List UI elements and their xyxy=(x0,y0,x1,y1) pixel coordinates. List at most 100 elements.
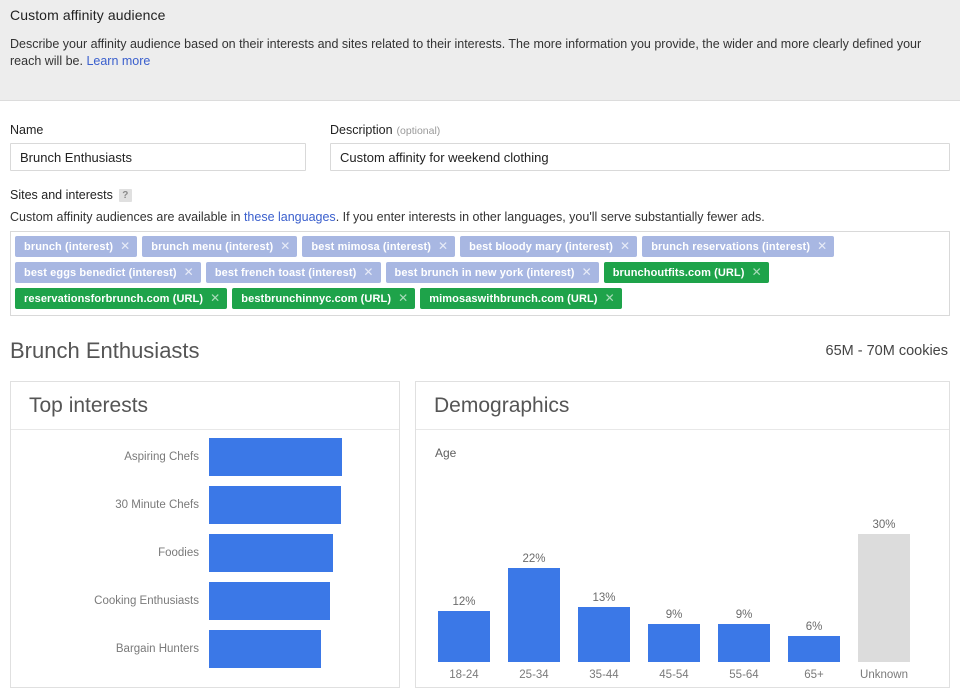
age-bar-value-label: 22% xyxy=(508,553,560,568)
chip-url[interactable]: mimosaswithbrunch.com (URL) ✕ xyxy=(420,288,621,309)
chip-label: brunch (interest) xyxy=(24,241,113,253)
chip-url[interactable]: bestbrunchinnyc.com (URL) ✕ xyxy=(232,288,415,309)
top-interests-panel: Top interests Aspiring Chefs 30 Minute Ch… xyxy=(10,381,400,688)
age-bar-column: 13%35-44 xyxy=(578,607,630,662)
age-bar xyxy=(578,607,630,662)
name-input[interactable] xyxy=(10,143,306,171)
chip-label: best bloody mary (interest) xyxy=(469,241,613,253)
sites-and-interests-label-text: Sites and interests xyxy=(10,188,113,202)
top-interest-row: Foodies xyxy=(11,534,399,572)
languages-note: Custom affinity audiences are available … xyxy=(10,210,940,224)
age-bar-tick-label: 55-64 xyxy=(718,662,770,681)
chip-row: brunch (interest)✕brunch menu (interest)… xyxy=(15,236,945,258)
chip-url[interactable]: reservationsforbrunch.com (URL)✕ xyxy=(15,288,227,309)
audience-result-title: Brunch Enthusiasts xyxy=(10,338,200,364)
top-interest-label: Bargain Hunters xyxy=(11,643,209,655)
age-bar xyxy=(648,624,700,662)
chip-label: brunchoutfits.com (URL) xyxy=(613,267,745,279)
chip-interest[interactable]: brunch reservations (interest) ✕ xyxy=(642,236,834,257)
chip-row: reservationsforbrunch.com (URL)✕bestbrun… xyxy=(15,288,945,310)
age-bar-value-label: 12% xyxy=(438,596,490,611)
chip-remove-icon[interactable]: ✕ xyxy=(363,262,373,283)
chip-remove-icon[interactable]: ✕ xyxy=(438,236,448,257)
top-interest-row: Cooking Enthusiasts xyxy=(11,582,399,620)
age-bar-tick-label: 25-34 xyxy=(508,662,560,681)
age-bar-tick-label: Unknown xyxy=(858,662,910,681)
chip-url[interactable]: brunchoutfits.com (URL) ✕ xyxy=(604,262,769,283)
age-bar xyxy=(788,636,840,662)
languages-note-prefix: Custom affinity audiences are available … xyxy=(10,210,244,224)
languages-note-suffix: . If you enter interests in other langua… xyxy=(336,210,765,224)
age-bar-column: 12%18-24 xyxy=(438,611,490,662)
age-bar-column: 9%45-54 xyxy=(648,624,700,662)
demographics-panel-header: Demographics xyxy=(416,382,949,430)
top-interests-chart: Aspiring Chefs 30 Minute Chefs Foodies Cook… xyxy=(11,430,399,688)
age-bar-column: 6%65+ xyxy=(788,636,840,662)
chip-interest[interactable]: best eggs benedict (interest) ✕ xyxy=(15,262,201,283)
chip-remove-icon[interactable]: ✕ xyxy=(582,262,592,283)
chip-interest[interactable]: brunch (interest) ✕ xyxy=(15,236,137,257)
top-interest-label: Aspiring Chefs xyxy=(11,451,209,463)
top-interest-row: 30 Minute Chefs xyxy=(11,486,399,524)
chip-label: bestbrunchinnyc.com (URL) xyxy=(241,293,391,305)
age-bar-group: 12%18-2422%25-3413%35-449%45-549%55-646%… xyxy=(438,464,928,688)
age-bar-column: 22%25-34 xyxy=(508,568,560,662)
sites-and-interests-chip-input[interactable]: brunch (interest)✕brunch menu (interest)… xyxy=(10,231,950,316)
age-bar-value-label: 9% xyxy=(718,609,770,624)
top-interest-bar xyxy=(209,582,330,620)
age-axis-title: Age xyxy=(435,446,456,460)
page-description: Describe your affinity audience based on… xyxy=(10,36,950,70)
top-interest-bar xyxy=(209,630,321,668)
page-title: Custom affinity audience xyxy=(10,7,165,23)
age-bar-value-label: 9% xyxy=(648,609,700,624)
chip-remove-icon[interactable]: ✕ xyxy=(398,288,408,309)
chip-remove-icon[interactable]: ✕ xyxy=(184,262,194,283)
chip-label: best brunch in new york (interest) xyxy=(395,267,575,279)
chip-interest[interactable]: best mimosa (interest) ✕ xyxy=(302,236,455,257)
top-interest-label: Cooking Enthusiasts xyxy=(11,595,209,607)
chip-remove-icon[interactable]: ✕ xyxy=(605,288,615,309)
help-icon[interactable]: ? xyxy=(119,189,132,202)
sites-and-interests-label: Sites and interests? xyxy=(10,188,132,202)
chip-label: best eggs benedict (interest) xyxy=(24,267,177,279)
chip-remove-icon[interactable]: ✕ xyxy=(120,236,130,257)
demographics-panel: Demographics Age 12%18-2422%25-3413%35-4… xyxy=(415,381,950,688)
age-bar-tick-label: 35-44 xyxy=(578,662,630,681)
chip-label: mimosaswithbrunch.com (URL) xyxy=(429,293,597,305)
page-header-band: Custom affinity audience Describe your a… xyxy=(0,0,960,101)
chip-remove-icon[interactable]: ✕ xyxy=(817,236,827,257)
chip-interest[interactable]: brunch menu (interest)✕ xyxy=(142,236,297,257)
age-bar-tick-label: 65+ xyxy=(788,662,840,681)
top-interest-label: Foodies xyxy=(11,547,209,559)
top-interest-label: 30 Minute Chefs xyxy=(11,499,209,511)
chip-label: best mimosa (interest) xyxy=(311,241,431,253)
description-input[interactable] xyxy=(330,143,950,171)
age-bar-tick-label: 45-54 xyxy=(648,662,700,681)
chip-label: brunch reservations (interest) xyxy=(651,241,810,253)
chip-remove-icon[interactable]: ✕ xyxy=(280,236,290,257)
chip-interest[interactable]: best bloody mary (interest) ✕ xyxy=(460,236,637,257)
top-interest-bar xyxy=(209,534,333,572)
chip-interest[interactable]: best brunch in new york (interest) ✕ xyxy=(386,262,599,283)
top-interest-bar-track xyxy=(209,630,399,668)
name-field-label: Name xyxy=(10,123,43,137)
top-interest-row: Aspiring Chefs xyxy=(11,438,399,476)
chip-remove-icon[interactable]: ✕ xyxy=(210,288,220,309)
demographics-panel-title: Demographics xyxy=(434,394,569,418)
chip-remove-icon[interactable]: ✕ xyxy=(752,262,762,283)
age-bar-column: 9%55-64 xyxy=(718,624,770,662)
top-interests-panel-header: Top interests xyxy=(11,382,399,430)
age-bar xyxy=(438,611,490,662)
top-interest-bar-track xyxy=(209,486,399,524)
chip-remove-icon[interactable]: ✕ xyxy=(620,236,630,257)
these-languages-link[interactable]: these languages xyxy=(244,210,336,224)
chip-interest[interactable]: best french toast (interest) ✕ xyxy=(206,262,381,283)
top-interest-bar xyxy=(209,438,342,476)
top-interest-bar xyxy=(209,486,341,524)
top-interest-bar-track xyxy=(209,438,399,476)
learn-more-link[interactable]: Learn more xyxy=(86,54,150,68)
top-interest-bar-track xyxy=(209,582,399,620)
chip-label: best french toast (interest) xyxy=(215,267,357,279)
age-bar xyxy=(508,568,560,662)
description-optional-tag: (optional) xyxy=(397,125,441,137)
